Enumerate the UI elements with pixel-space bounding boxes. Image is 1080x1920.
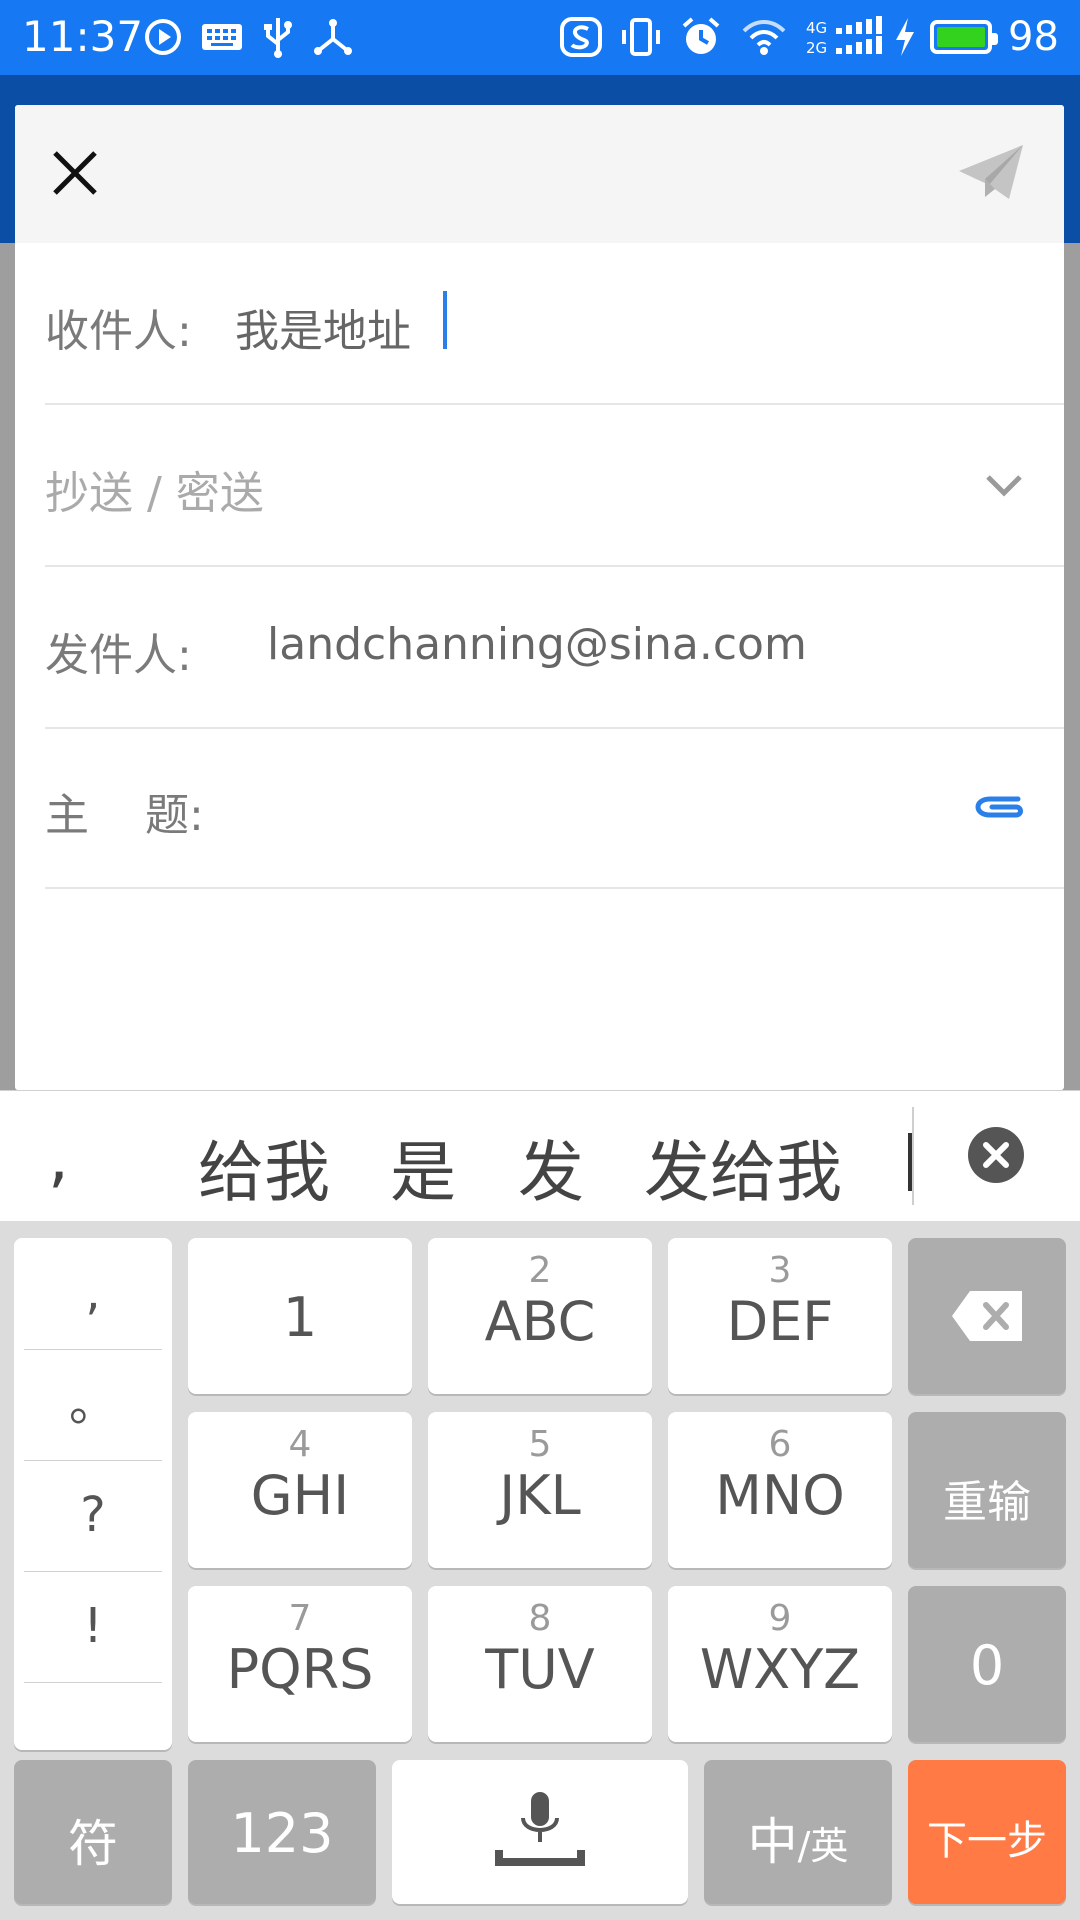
key-label: 重输 (943, 1477, 1031, 1528)
key-letters: TUV (485, 1638, 595, 1701)
key-wxyz[interactable]: 9 WXYZ (668, 1586, 892, 1742)
punct-comma-key[interactable]: , (24, 1238, 162, 1350)
status-time: 11:37 (22, 12, 144, 61)
punctuation-column: , 。 ? ! (14, 1238, 172, 1750)
backspace-key[interactable] (908, 1238, 1066, 1394)
language-switch-key[interactable]: 中/英 (704, 1760, 892, 1904)
key-1[interactable]: 1 (188, 1238, 412, 1394)
to-label: 收件人: (45, 306, 192, 357)
dim-overlay (1064, 243, 1080, 1090)
key-ghi[interactable]: 4 GHI (188, 1412, 412, 1568)
key-number: 8 (528, 1598, 552, 1639)
key-letters: GHI (250, 1464, 350, 1527)
vibrate-icon (620, 16, 662, 58)
chevron-down-icon[interactable] (984, 467, 1024, 503)
send-icon (959, 145, 1023, 199)
subject-label: 主 题: (45, 790, 204, 841)
network-4g-label: 4G (806, 19, 827, 37)
share-icon (312, 16, 354, 58)
network-2g-label: 2G (806, 39, 827, 57)
candidate-item[interactable]: 发给我 (644, 1119, 842, 1215)
compose-card: 收件人: 我是地址 抄送 / 密送 发件人: landchanning@sina… (15, 105, 1064, 1090)
key-label: 123 (230, 1802, 334, 1865)
battery-percent: 98 (1008, 14, 1059, 60)
key-letters: ABC (484, 1290, 596, 1353)
to-input[interactable]: 我是地址 (235, 295, 411, 359)
microphone-icon (495, 1792, 585, 1866)
symbol-key[interactable]: 符 (14, 1760, 172, 1904)
compose-toolbar (15, 105, 1064, 243)
key-mno[interactable]: 6 MNO (668, 1412, 892, 1568)
key-number: 6 (768, 1424, 792, 1465)
key-label: 下一步 (927, 1818, 1047, 1864)
key-label: 符 (68, 1815, 118, 1873)
sogou-icon (560, 16, 602, 58)
signal-icon: 4G 2G (806, 16, 884, 58)
space-voice-key[interactable] (392, 1760, 688, 1904)
key-number: 7 (288, 1598, 312, 1639)
candidate-item[interactable]: 是 (390, 1119, 456, 1215)
subject-row[interactable]: 主 题: (45, 727, 1064, 889)
battery-icon (930, 20, 998, 54)
cc-bcc-row[interactable]: 抄送 / 密送 (45, 405, 1064, 567)
ime-keyboard: , 给我 是 发 发给我 , 。 ? ! 1 2 ABC 3 DEF 4 GHI… (0, 1090, 1080, 1920)
candidate-item[interactable]: , (48, 1119, 69, 1196)
key-pqrs[interactable]: 7 PQRS (188, 1586, 412, 1742)
numeric-key[interactable]: 123 (188, 1760, 376, 1904)
close-icon (53, 151, 97, 195)
key-number: 2 (528, 1250, 552, 1291)
key-letters: PQRS (226, 1638, 374, 1701)
clear-candidates-button[interactable] (968, 1127, 1024, 1183)
attachment-icon[interactable] (974, 785, 1026, 829)
key-tuv[interactable]: 8 TUV (428, 1586, 652, 1742)
text-cursor (443, 291, 447, 349)
key-jkl[interactable]: 5 JKL (428, 1412, 652, 1568)
to-row[interactable]: 收件人: 我是地址 (45, 243, 1064, 405)
key-letters: WXYZ (699, 1638, 861, 1701)
candidate-divider (912, 1107, 914, 1205)
key-letters: DEF (726, 1290, 834, 1353)
key-letters: MNO (715, 1464, 845, 1527)
from-row[interactable]: 发件人: landchanning@sina.com (45, 567, 1064, 729)
cc-bcc-field[interactable]: 抄送 / 密送 (45, 457, 264, 521)
play-icon (143, 16, 183, 58)
key-def[interactable]: 3 DEF (668, 1238, 892, 1394)
close-button[interactable] (45, 143, 105, 203)
keyboard-icon (200, 16, 244, 58)
send-button[interactable] (955, 141, 1027, 205)
status-bar: 11:37 4G 2G 98 (0, 0, 1080, 75)
key-label: 0 (969, 1634, 1005, 1697)
charging-icon (892, 16, 918, 58)
punct-period-key[interactable]: 。 (24, 1349, 162, 1461)
key-number: 4 (288, 1424, 312, 1465)
retype-key[interactable]: 重输 (908, 1412, 1066, 1568)
candidate-item[interactable]: 发 (518, 1119, 584, 1215)
key-label: 1 (282, 1286, 318, 1349)
wifi-icon (740, 16, 788, 58)
lang-main: 中 (747, 1813, 798, 1871)
key-abc[interactable]: 2 ABC (428, 1238, 652, 1394)
candidate-item[interactable]: 给我 (198, 1119, 330, 1215)
next-step-key[interactable]: 下一步 (908, 1760, 1066, 1904)
punct-question-key[interactable]: ? (24, 1460, 162, 1572)
key-number: 3 (768, 1250, 792, 1291)
key-0[interactable]: 0 (908, 1586, 1066, 1742)
candidate-bar: , 给我 是 发 发给我 (0, 1090, 1080, 1221)
from-label: 发件人: (45, 630, 192, 681)
backspace-icon (952, 1291, 1022, 1341)
key-number: 9 (768, 1598, 792, 1639)
close-circle-icon (983, 1142, 1009, 1168)
alarm-icon (680, 16, 722, 58)
key-letters: JKL (499, 1464, 581, 1527)
key-number: 5 (528, 1424, 552, 1465)
language-label: 中/英 (704, 1802, 892, 1874)
lang-alt: /英 (797, 1824, 849, 1868)
usb-icon (260, 16, 296, 58)
punct-exclaim-key[interactable]: ! (24, 1571, 162, 1683)
from-value[interactable]: landchanning@sina.com (267, 619, 807, 670)
